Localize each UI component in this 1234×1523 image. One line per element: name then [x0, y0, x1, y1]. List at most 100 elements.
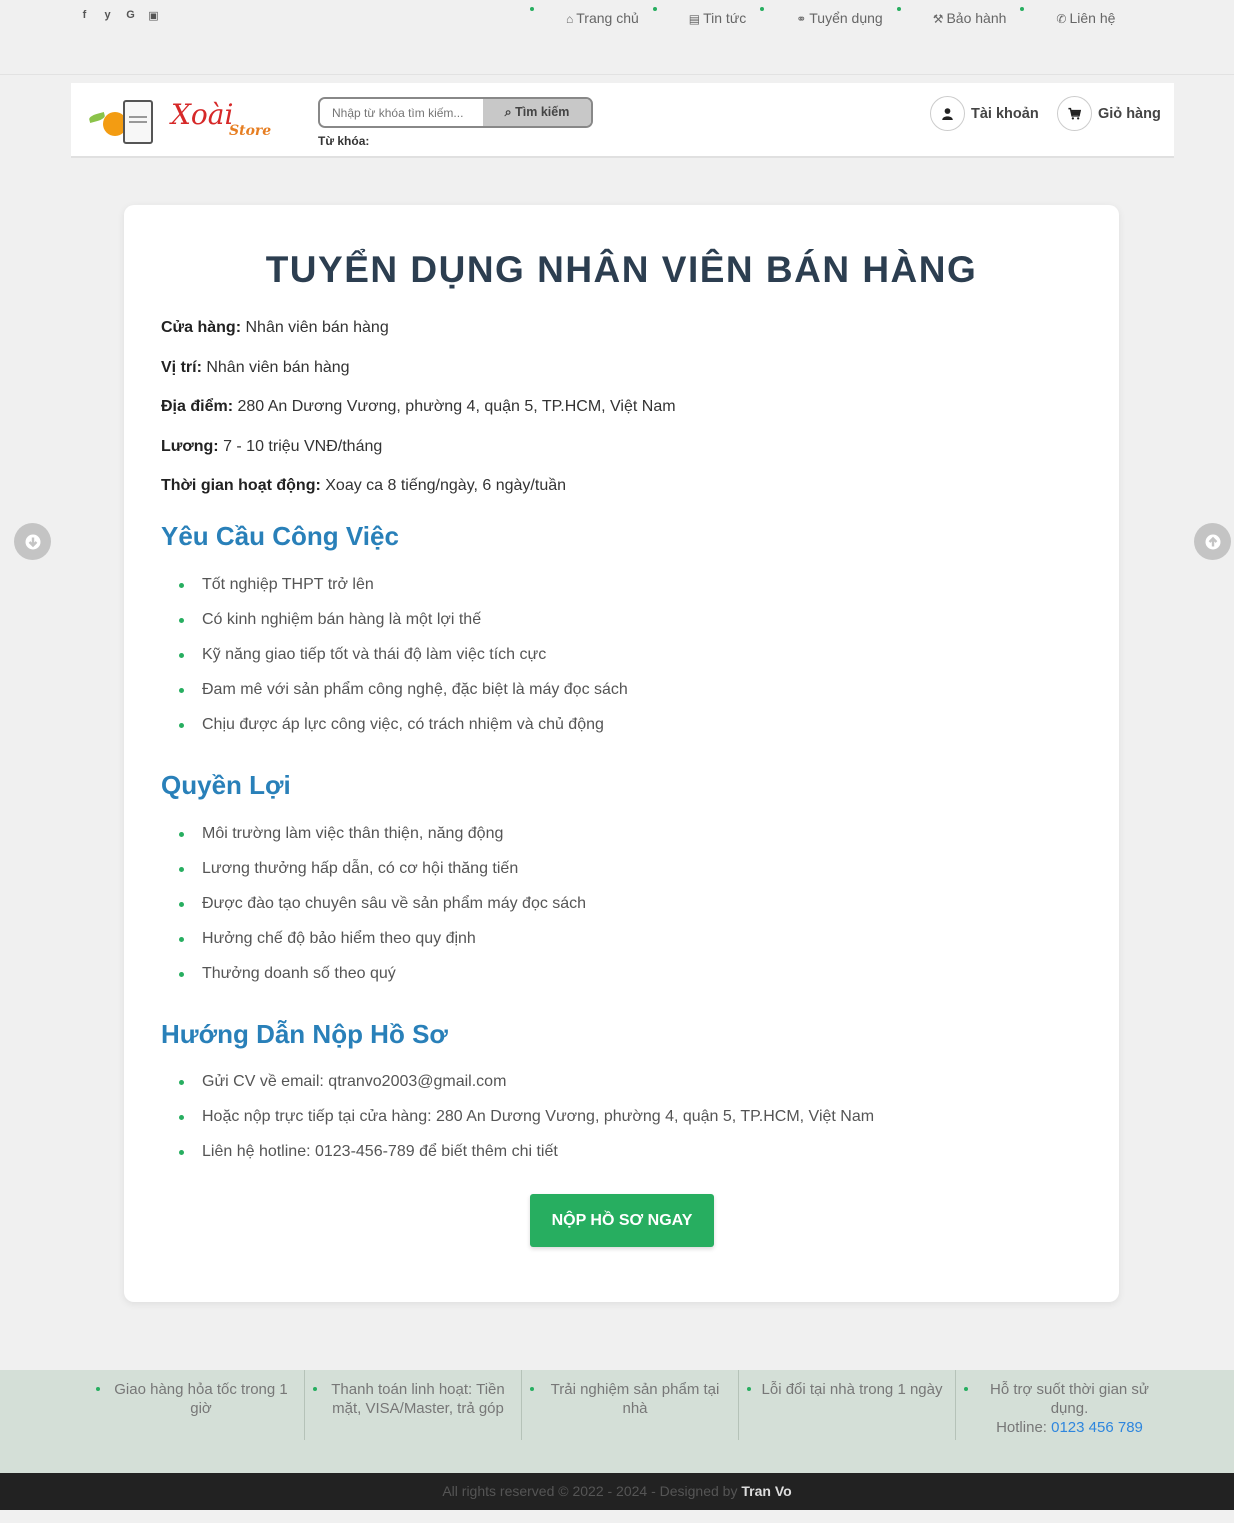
nav-label: Bảo hành — [946, 10, 1007, 26]
apply-now-button[interactable]: NỘP HỒ SƠ NGAY — [530, 1194, 714, 1247]
phone-icon: ✆ — [1056, 12, 1067, 26]
home-icon: ⌂ — [566, 12, 574, 26]
feature-support: Hỗ trợ suốt thời gian sử dụng. Hotline: 0… — [956, 1370, 1173, 1440]
list-item: Đam mê với sản phẩm công nghệ, đặc biệt … — [179, 681, 628, 716]
account-label: Tài khoản — [971, 105, 1039, 122]
list-item: Hoặc nộp trực tiếp tại cửa hàng: 280 An … — [179, 1108, 874, 1143]
nav-dot — [1020, 7, 1025, 11]
social-links: f y G ▣ — [78, 9, 160, 22]
copyright-bar: All rights reserved © 2022 - 2024 - Desi… — [0, 1473, 1234, 1510]
info-value: 280 An Dương Vương, phường 4, quận 5, TP… — [237, 398, 676, 415]
top-nav: ⌂ Trang chủ ▤ Tin tức ⚭ Tuyển dụng ⚒ Bảo hàn… — [530, 7, 1129, 28]
nav-item-home[interactable]: ⌂ Trang chủ — [530, 7, 653, 28]
list-item: Liên hệ hotline: 0123-456-789 để biết th… — [179, 1143, 874, 1178]
feature-dot — [530, 1387, 534, 1391]
search-button-label: Tìm kiếm — [515, 105, 570, 119]
nav-item-news[interactable]: ▤ Tin tức — [652, 7, 760, 28]
info-label: Vị trí: — [161, 358, 202, 376]
requirements-heading: Yêu Cầu Công Việc — [161, 521, 399, 551]
info-value: Nhân viên bán hàng — [206, 358, 350, 376]
list-item: Hưởng chế độ bảo hiểm theo quy định — [179, 930, 586, 965]
guide-list: Gửi CV về email: qtranvo2003@gmail.com H… — [179, 1073, 874, 1178]
info-value: Xoay ca 8 tiếng/ngày, 6 ngày/tuần — [325, 477, 567, 494]
user-icon — [930, 96, 965, 131]
feature-payment: Thanh toán linh hoạt: Tiền mặt, VISA/Mas… — [305, 1370, 522, 1440]
list-item: Thưởng doanh số theo quý — [179, 965, 586, 1000]
keyword-label: Từ khóa: — [318, 134, 370, 148]
info-salary: Lương: 7 - 10 triệu VNĐ/tháng — [161, 438, 676, 478]
info-label: Lương: — [161, 437, 219, 455]
list-item: Môi trường làm việc thân thiện, năng độn… — [179, 825, 586, 860]
feature-text: Thanh toán linh hoạt: Tiền mặt, VISA/Mas… — [331, 1381, 505, 1417]
benefits-list: Môi trường làm việc thân thiện, năng độn… — [179, 825, 586, 1000]
hotline-label: Hotline: — [996, 1419, 1047, 1436]
feature-dot — [313, 1387, 317, 1391]
info-position: Vị trí: Nhân viên bán hàng — [161, 359, 676, 399]
youtube-icon[interactable]: ▣ — [147, 9, 160, 22]
job-info: Cửa hàng: Nhân viên bán hàng Vị trí: Nhâ… — [161, 319, 676, 517]
facebook-icon[interactable]: f — [78, 9, 91, 22]
benefits-heading: Quyền Lợi — [161, 770, 291, 800]
job-card: TUYỂN DỤNG NHÂN VIÊN BÁN HÀNG Cửa hàng: … — [124, 205, 1119, 1302]
search-icon: ⌕ — [504, 105, 512, 119]
scroll-up-button[interactable] — [1194, 523, 1231, 560]
account-button[interactable]: Tài khoản — [930, 96, 1039, 131]
nav-label: Liên hệ — [1069, 10, 1116, 26]
requirements-list: Tốt nghiệp THPT trở lên Có kinh nghiệm b… — [179, 576, 628, 751]
info-value: Nhân viên bán hàng — [245, 319, 389, 336]
copyright-text: All rights reserved © 2022 - 2024 - Desi… — [442, 1483, 738, 1499]
feature-fast-delivery: Giao hàng hỏa tốc trong 1 giờ — [88, 1370, 305, 1440]
site-header: Xoài Store ⌕ Tìm kiếm Từ khóa: Tài khoản… — [71, 83, 1174, 158]
list-item: Có kinh nghiệm bán hàng là một lợi thế — [179, 611, 628, 646]
feature-dot — [747, 1387, 751, 1391]
arrow-up-icon — [1205, 534, 1220, 549]
nav-item-recruitment[interactable]: ⚭ Tuyển dụng — [760, 7, 897, 28]
ereader-icon — [123, 100, 153, 144]
list-item: Tốt nghiệp THPT trở lên — [179, 576, 628, 611]
cart-icon — [1057, 96, 1092, 131]
author-name: Tran Vo — [741, 1483, 792, 1499]
info-label: Thời gian hoạt động: — [161, 477, 321, 494]
list-item: Gửi CV về email: qtranvo2003@gmail.com — [179, 1073, 874, 1108]
features-bar: Giao hàng hỏa tốc trong 1 giờ Thanh toán… — [0, 1370, 1234, 1473]
google-icon[interactable]: G — [124, 9, 137, 22]
nav-item-contact[interactable]: ✆ Liên hệ — [1020, 7, 1129, 28]
search-input[interactable] — [320, 99, 483, 126]
wrench-icon: ⚒ — [932, 12, 944, 26]
feature-dot — [964, 1387, 968, 1391]
store-logo[interactable]: Xoài Store — [87, 98, 292, 146]
search-button[interactable]: ⌕ Tìm kiếm — [483, 99, 591, 126]
top-bar: f y G ▣ ⌂ Trang chủ ▤ Tin tức ⚭ Tuyển dụng … — [0, 0, 1234, 75]
page-title: TUYỂN DỤNG NHÂN VIÊN BÁN HÀNG — [265, 249, 978, 290]
nav-label: Tin tức — [703, 10, 747, 26]
list-item: Kỹ năng giao tiếp tốt và thái độ làm việ… — [179, 646, 628, 681]
feature-text: Trải nghiệm sản phẩm tại nhà — [550, 1381, 720, 1417]
search-box: ⌕ Tìm kiếm — [318, 97, 593, 128]
nav-dot — [652, 7, 657, 11]
nav-item-warranty[interactable]: ⚒ Bảo hành — [896, 7, 1021, 28]
list-item: Chịu được áp lực công việc, có trách nhi… — [179, 716, 628, 751]
list-item: Được đào tạo chuyên sâu về sản phẩm máy … — [179, 895, 586, 930]
feature-home-trial: Trải nghiệm sản phẩm tại nhà — [522, 1370, 739, 1440]
logo-text: Xoài — [171, 98, 234, 131]
twitter-icon[interactable]: y — [101, 9, 114, 22]
nav-dot — [530, 7, 534, 11]
handshake-icon: ⚭ — [796, 12, 807, 26]
nav-dot — [760, 7, 765, 11]
feature-exchange: Lỗi đổi tại nhà trong 1 ngày — [739, 1370, 956, 1440]
arrow-down-icon — [25, 534, 40, 549]
newspaper-icon: ▤ — [688, 12, 701, 26]
info-label: Cửa hàng: — [161, 319, 242, 336]
cart-label: Giỏ hàng — [1098, 105, 1161, 122]
info-label: Địa điểm: — [161, 398, 234, 415]
feature-text: Lỗi đổi tại nhà trong 1 ngày — [761, 1381, 943, 1398]
cart-button[interactable]: Giỏ hàng — [1057, 96, 1161, 131]
logo-subtext: Store — [229, 123, 272, 139]
hotline-link[interactable]: 0123 456 789 — [1051, 1419, 1143, 1436]
guide-heading: Hướng Dẫn Nộp Hồ Sơ — [161, 1019, 448, 1049]
info-location: Địa điểm: 280 An Dương Vương, phường 4, … — [161, 398, 676, 438]
nav-label: Tuyển dụng — [809, 10, 883, 26]
scroll-down-button[interactable] — [14, 523, 51, 560]
feature-text: Hỗ trợ suốt thời gian sử dụng. — [990, 1381, 1149, 1417]
info-store: Cửa hàng: Nhân viên bán hàng — [161, 319, 676, 359]
